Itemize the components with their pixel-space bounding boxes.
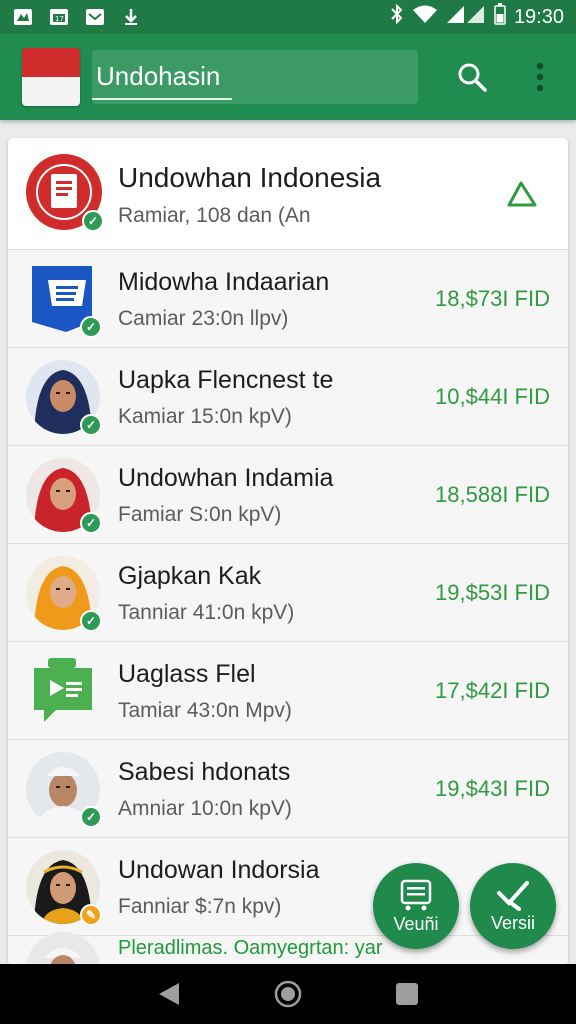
verified-check-icon: ✓ — [80, 315, 102, 338]
verified-check-icon: ✓ — [80, 805, 102, 828]
back-icon[interactable] — [149, 974, 189, 1014]
item-avatar: ✓ — [26, 359, 102, 436]
pending-badge-icon: ✎ — [80, 903, 102, 926]
cart-fab-button[interactable]: Veuñi — [373, 863, 459, 949]
signal-icon — [446, 4, 486, 30]
item-avatar: ✎ — [26, 849, 102, 926]
list-item[interactable]: Uaglass Flel Tamiar 43:0n Mpv) 17,$42I F… — [8, 642, 568, 740]
flag-white-band — [22, 77, 80, 106]
item-avatar: ✓ — [26, 262, 102, 338]
more-vert-icon[interactable] — [520, 57, 560, 97]
verified-check-icon: ✓ — [82, 210, 104, 232]
list-item-partial[interactable]: Pleradlimas. Oamyegrtan: yar — [8, 932, 568, 966]
svg-text:17: 17 — [55, 15, 64, 23]
transaction-list: ✓ Undowhan Indonesia Ramiar, 108 dan (An… — [8, 138, 568, 966]
item-name: Uapka Flencnest te — [118, 366, 334, 394]
header-item[interactable]: ✓ Undowhan Indonesia Ramiar, 108 dan (An — [8, 138, 568, 250]
home-icon[interactable] — [268, 974, 308, 1014]
item-subtitle: Tanniar 41:0n kpV) — [118, 601, 295, 624]
item-texts: Gjapkan Kak Tanniar 41:0n kpV) — [118, 562, 294, 625]
item-amount: 19,$53I FID — [435, 580, 550, 605]
item-avatar: ✓ — [26, 457, 102, 534]
item-name: Uaglass Flel — [118, 660, 256, 688]
item-subtitle: Kamiar 15:0n kpV) — [118, 405, 292, 428]
calendar-icon: 17 — [48, 8, 70, 26]
header-avatar: ✓ — [26, 154, 104, 232]
list-item[interactable]: ✓ Midowha Indaarian Camiar 23:0n llpv) 1… — [8, 250, 568, 348]
list-item[interactable]: ✓ Sabesi hdonats Amniar 10:0n kpV) 19,$4… — [8, 740, 568, 838]
header-name: Undowhan Indonesia — [118, 162, 382, 193]
list-item[interactable]: ✓ Gjapkan Kak Tanniar 41:0n kpV) 19,$53I… — [8, 544, 568, 642]
chat-icon — [26, 654, 100, 728]
list-item[interactable]: ✓ Undowhan Indamia Famiar S:0n kpV) 18,5… — [8, 446, 568, 544]
item-texts: Undowan Indorsia Fanniar $:7n kpv) — [118, 856, 320, 919]
header-subtitle: Ramiar, 108 dan (An — [118, 204, 311, 227]
item-amount: 19,$43I FID — [435, 776, 550, 801]
item-name: Undowan Indorsia — [118, 856, 320, 884]
system-nav-bar — [0, 964, 576, 1024]
status-left-icons: 17 — [12, 8, 142, 26]
cart-fab-label: Veuñi — [393, 913, 439, 934]
item-subtitle: Fanniar $:7n kpv) — [118, 895, 282, 918]
cart-icon — [400, 879, 432, 910]
verified-check-icon: ✓ — [80, 413, 102, 436]
search-input[interactable] — [92, 56, 418, 96]
item-amount: 18,$73I FID — [435, 286, 550, 311]
search-underline — [92, 98, 232, 100]
item-amount: 17,$42I FID — [435, 678, 550, 703]
battery-icon — [494, 3, 506, 31]
promo-text[interactable]: Pleradlimas. Oamyegrtan: yar — [118, 937, 383, 960]
edit-icon[interactable] — [504, 176, 540, 212]
flag-red-band — [22, 48, 80, 77]
list-item[interactable]: ✓ Uapka Flencnest te Kamiar 15:0n kpV) 1… — [8, 348, 568, 446]
item-name: Midowha Indaarian — [118, 268, 330, 296]
item-subtitle: Camiar 23:0n llpv) — [118, 307, 289, 330]
status-right: 19:30 — [390, 3, 564, 31]
item-texts: Uapka Flencnest te Kamiar 15:0n kpV) — [118, 366, 333, 429]
item-texts: Midowha Indaarian Camiar 23:0n llpv) — [118, 268, 329, 331]
app-bar-actions — [452, 57, 560, 97]
person-avatar — [26, 932, 100, 966]
item-texts: Sabesi hdonats Amniar 10:0n kpV) — [118, 758, 292, 821]
item-subtitle: Famiar S:0n kpV) — [118, 503, 282, 526]
item-subtitle: Amniar 10:0n kpV) — [118, 797, 292, 820]
item-texts: Undowhan Indamia Famiar S:0n kpV) — [118, 464, 333, 527]
check-icon — [497, 880, 529, 911]
status-bar: 17 19:30 — [0, 0, 576, 34]
item-amount: 18,588I FID — [435, 482, 550, 507]
version-fab-label: Versii — [490, 912, 535, 933]
item-avatar: ✓ — [26, 751, 102, 828]
verified-check-icon: ✓ — [80, 609, 102, 632]
mail-icon — [84, 8, 106, 26]
item-texts: Uaglass Flel Tamiar 43:0n Mpv) — [118, 660, 292, 723]
version-fab-button[interactable]: Versii — [470, 863, 556, 949]
item-amount: 10,$44I FID — [435, 384, 550, 409]
app-bar — [0, 34, 576, 120]
status-time: 19:30 — [513, 5, 564, 28]
header-texts: Undowhan Indonesia Ramiar, 108 dan (An — [118, 162, 381, 228]
item-avatar — [26, 932, 100, 966]
recents-icon[interactable] — [387, 974, 427, 1014]
wifi-icon — [412, 4, 438, 30]
item-name: Undowhan Indamia — [118, 464, 334, 492]
item-subtitle: Tamiar 43:0n Mpv) — [118, 699, 292, 722]
item-avatar: ✓ — [26, 555, 102, 632]
item-avatar — [26, 654, 100, 728]
search-box[interactable] — [92, 50, 418, 104]
verified-check-icon: ✓ — [80, 511, 102, 534]
indonesia-flag-icon — [22, 48, 80, 106]
search-icon[interactable] — [452, 57, 492, 97]
bluetooth-icon — [390, 3, 404, 30]
download-icon — [120, 8, 142, 26]
item-name: Gjapkan Kak — [118, 562, 262, 590]
notification-icon — [12, 8, 34, 26]
item-name: Sabesi hdonats — [118, 758, 291, 786]
